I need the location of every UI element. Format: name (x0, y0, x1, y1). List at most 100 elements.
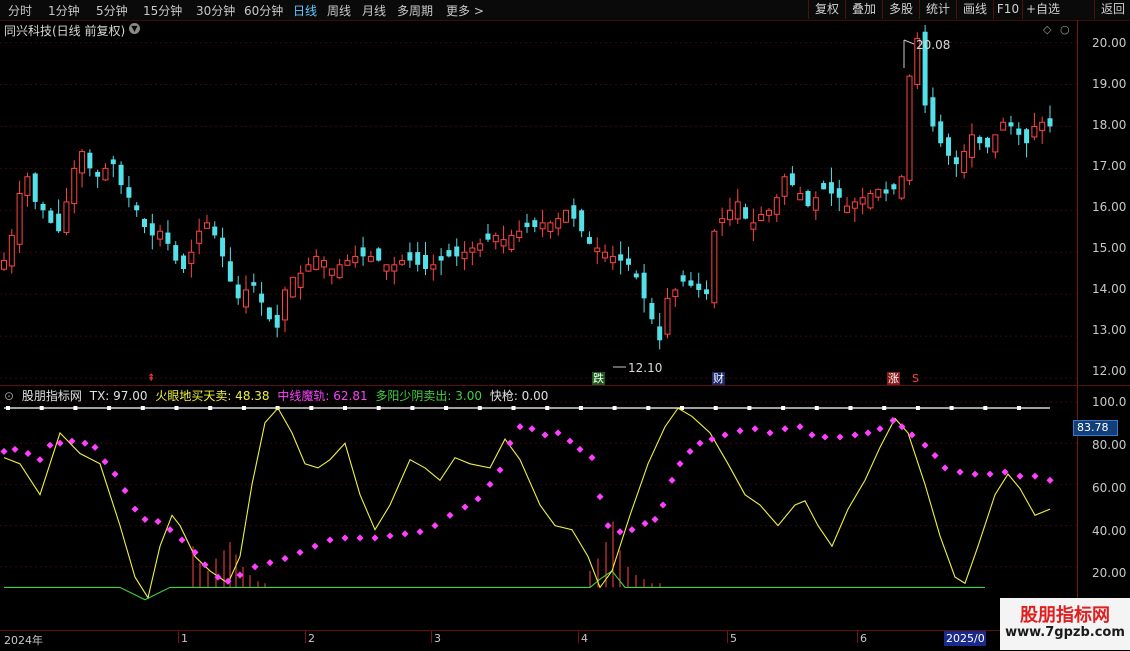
indicator-axis-tick: 80.00 (1092, 438, 1127, 452)
period-tab-5min[interactable]: 5分钟 (96, 2, 128, 19)
multi-stock-button[interactable]: 多股 (882, 0, 919, 19)
mid-track-dot (36, 456, 44, 464)
tx-marker (781, 406, 786, 410)
adjust-button[interactable]: 复权 (808, 0, 845, 19)
candle-body (32, 173, 38, 202)
mid-track-dot (554, 429, 562, 437)
mid-track-dot (628, 526, 636, 534)
price-axis-tick: 17.00 (1092, 159, 1127, 173)
candle-body (110, 159, 116, 165)
candle-body (508, 234, 515, 250)
candle-body (1039, 121, 1046, 132)
period-tab-daily[interactable]: 日线 (293, 2, 317, 19)
candlestick-chart[interactable] (0, 20, 1077, 385)
price-axis-tick: 18.00 (1092, 118, 1127, 132)
candle-body (220, 237, 226, 257)
mid-track-dot (941, 464, 949, 472)
draw-line-button[interactable]: 画线 (956, 0, 993, 19)
candle-body (297, 272, 304, 288)
candle-body (539, 222, 546, 230)
mid-track-dot (201, 561, 209, 569)
candle-body (63, 201, 70, 233)
candle-body (602, 251, 609, 259)
tx-marker (39, 406, 44, 410)
candle-body (851, 201, 858, 209)
mid-track-dot (141, 515, 149, 523)
candle-body (812, 197, 819, 211)
candle-body (704, 289, 710, 295)
rise-marker[interactable]: 涨 (887, 372, 900, 385)
period-tab-monthly[interactable]: 月线 (362, 2, 386, 19)
period-tab-60min[interactable]: 60分钟 (244, 2, 283, 19)
candle-body (1000, 121, 1007, 131)
mid-track-dot (121, 487, 129, 495)
indicator-chart[interactable] (0, 386, 1077, 630)
candle-body (415, 252, 421, 265)
tx-marker (612, 406, 617, 410)
period-tab-more[interactable]: 更多 > (446, 2, 484, 19)
mid-track-dot (931, 452, 939, 460)
mid-track-dot (921, 441, 929, 449)
mid-track-dot (876, 425, 884, 433)
candle-body (633, 273, 639, 278)
mid-track-dot (446, 511, 454, 519)
period-tab-30min[interactable]: 30分钟 (196, 2, 235, 19)
candle-body (758, 213, 765, 221)
mid-track-dot (808, 431, 816, 439)
mid-track-dot (91, 443, 99, 451)
back-button[interactable]: 返回 (1094, 0, 1130, 19)
candle-body (968, 134, 975, 158)
period-tab-1min[interactable]: 1分钟 (48, 2, 80, 19)
statistics-button[interactable]: 统计 (919, 0, 956, 19)
tx-marker (848, 406, 853, 410)
candle-body (930, 97, 936, 127)
date-label: 3 (434, 632, 441, 645)
candle-body (313, 255, 320, 270)
mid-track-dot (356, 534, 364, 542)
date-label: 4 (581, 632, 588, 645)
period-tab-15min[interactable]: 15分钟 (143, 2, 182, 19)
s-marker[interactable]: S (912, 372, 919, 385)
period-tab-timeshare[interactable]: 分时 (8, 2, 32, 19)
candle-body (321, 260, 328, 268)
indicator-axis-tick: 40.00 (1092, 524, 1127, 538)
fall-marker[interactable]: 跌 (592, 372, 605, 385)
candle-body (672, 289, 679, 298)
f10-button[interactable]: F10 (993, 0, 1022, 19)
candle-body (305, 264, 312, 272)
mid-track-dot (251, 563, 259, 571)
add-watchlist-button[interactable]: +自选 (1022, 0, 1063, 19)
candle-body (563, 209, 570, 223)
candle-body (251, 282, 257, 286)
period-tab-multi[interactable]: 多周期 (397, 2, 433, 19)
finance-marker[interactable]: 财 (712, 372, 725, 385)
mid-track-dot (616, 528, 624, 536)
candle-body (289, 276, 296, 298)
period-tab-weekly[interactable]: 周线 (327, 2, 351, 19)
candle-body (898, 176, 905, 199)
mid-track-dot (686, 447, 694, 455)
candle-body (227, 261, 233, 282)
candle-body (102, 167, 109, 181)
candle-body (430, 264, 437, 270)
candle-body (196, 230, 203, 244)
candle-body (743, 207, 749, 219)
candle-body (821, 183, 827, 190)
mid-track-dot (864, 429, 872, 437)
candle-body (883, 189, 889, 194)
tx-marker (747, 406, 752, 410)
candle-body (469, 247, 476, 253)
tx-marker (208, 406, 213, 410)
mid-track-dot (528, 425, 536, 433)
candle-body (977, 136, 983, 144)
tx-marker (73, 406, 78, 410)
overlay-button[interactable]: 叠加 (845, 0, 882, 19)
candle-body (946, 137, 952, 156)
candle-body (657, 326, 663, 341)
mid-track-dot (796, 423, 804, 431)
mid-track-dot (696, 439, 704, 447)
candle-body (87, 152, 93, 169)
candle-body (360, 247, 366, 257)
indicator-axis-tick: 20.00 (1092, 566, 1127, 580)
mid-track-dot (1031, 472, 1039, 480)
